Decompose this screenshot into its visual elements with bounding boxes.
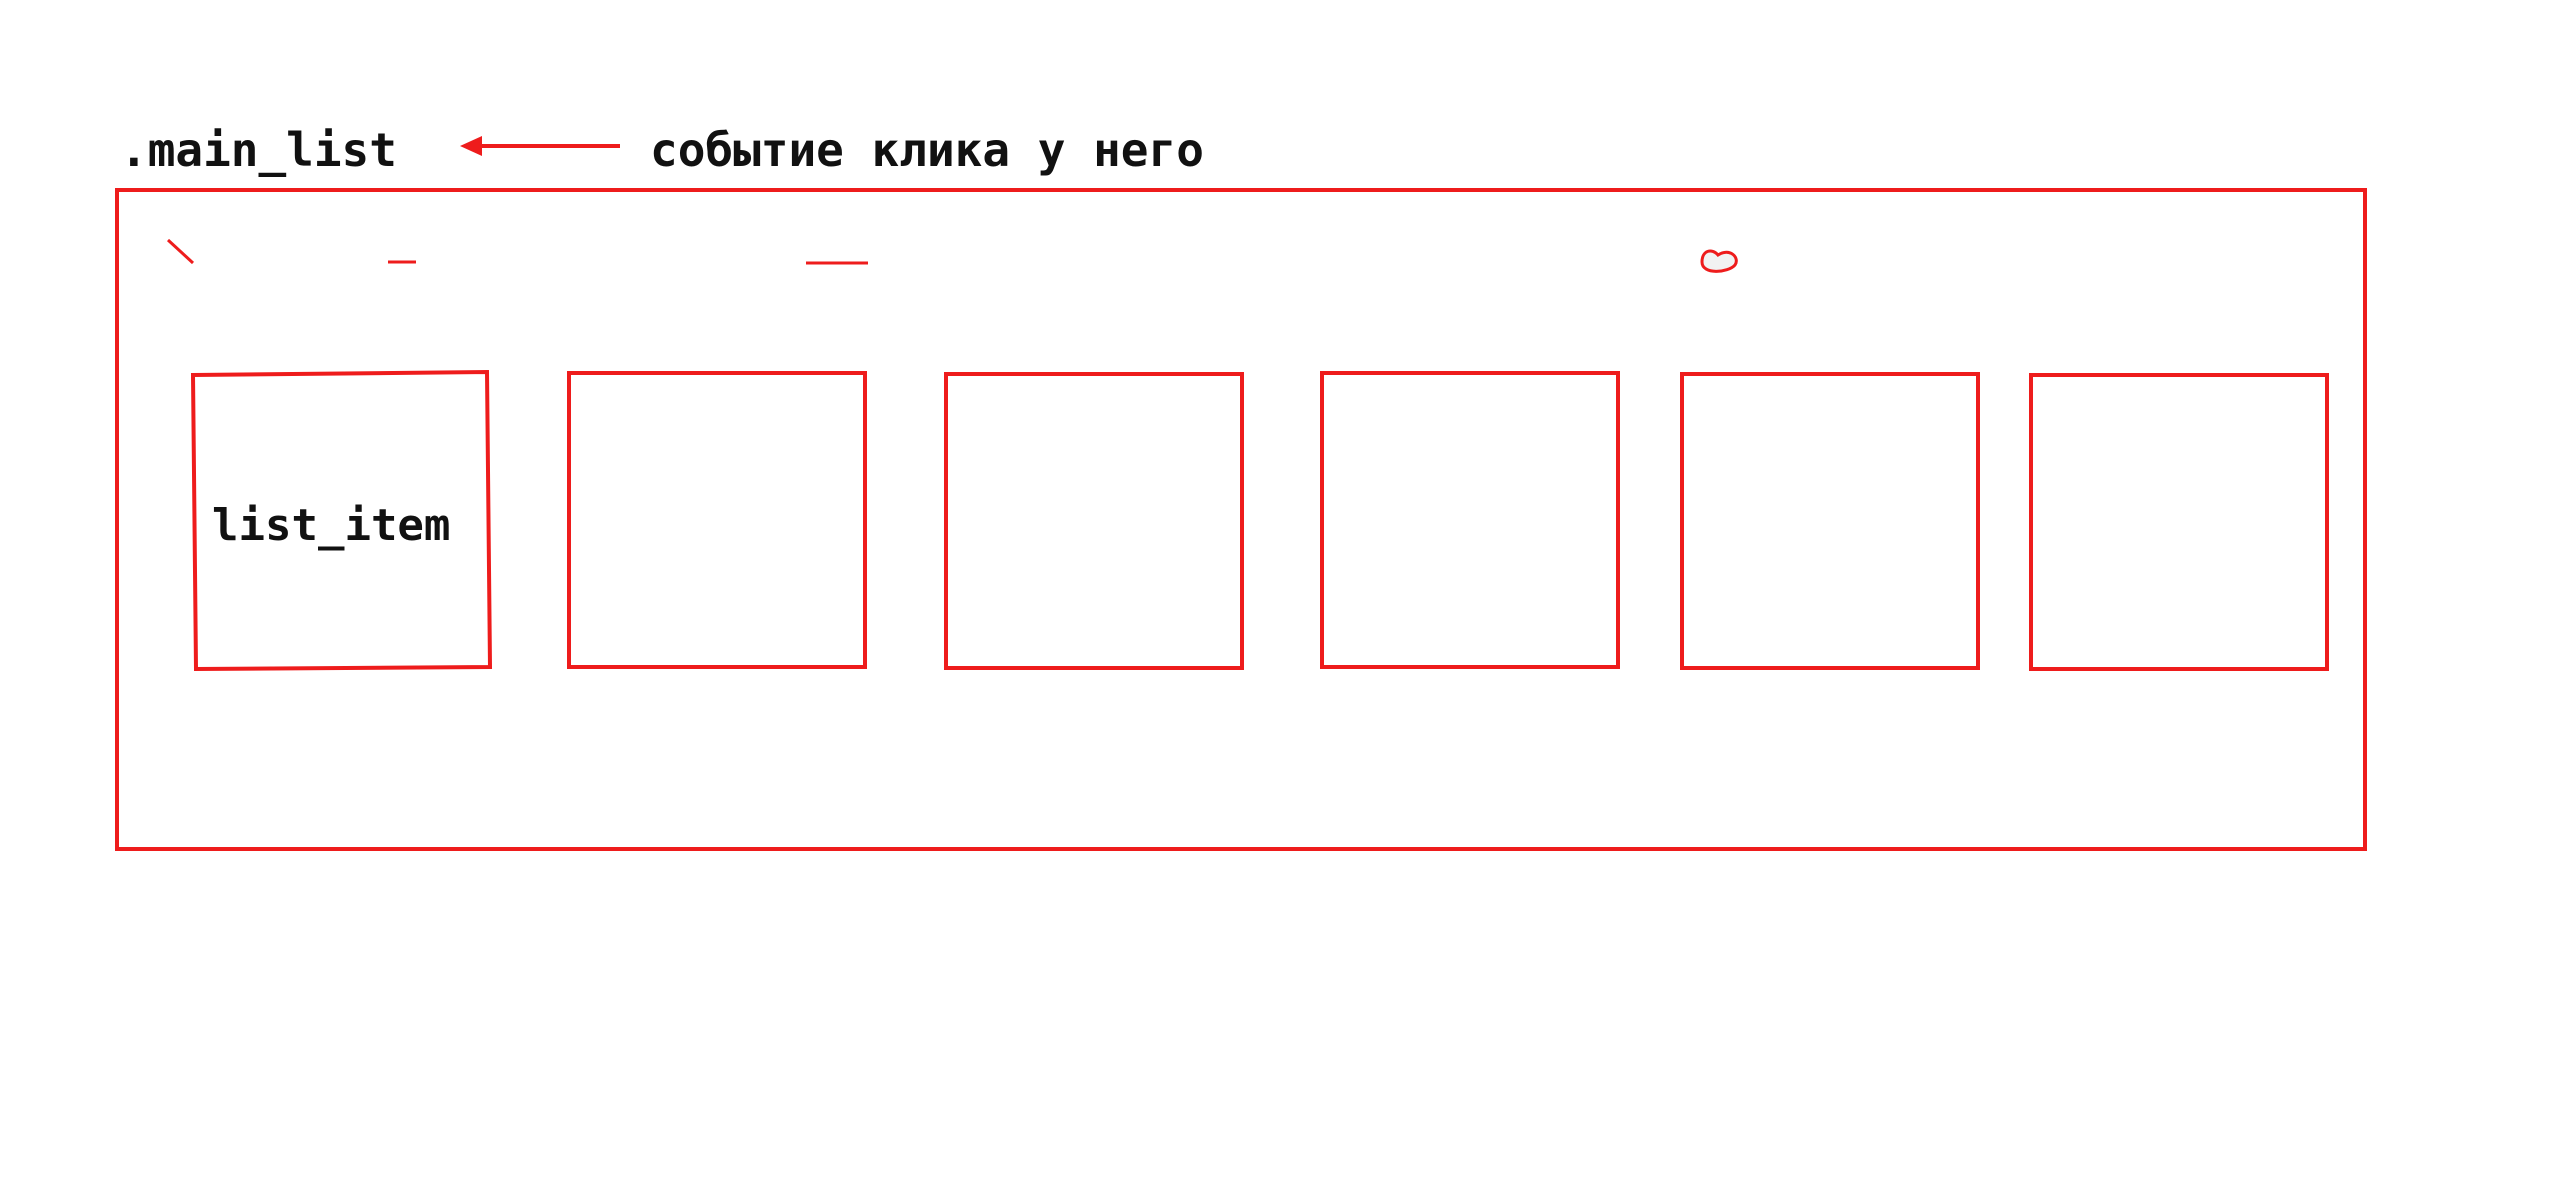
- sketch-mark: [1700, 249, 1738, 273]
- list-item[interactable]: [567, 371, 867, 669]
- sketch-mark: [166, 238, 195, 265]
- list-item[interactable]: [944, 372, 1244, 670]
- list-item[interactable]: [1320, 371, 1620, 669]
- list-items: [190, 369, 2329, 672]
- main-list-label: .main_list: [120, 123, 397, 177]
- click-event-note: событие клика у него: [650, 123, 1204, 177]
- list-item[interactable]: [1680, 372, 1980, 670]
- arrow-head: [460, 136, 482, 156]
- pointer-arrow: [460, 136, 620, 156]
- list-item-label: list_item: [212, 500, 451, 551]
- sketch-marks: [166, 238, 1738, 273]
- list-item[interactable]: [2029, 373, 2329, 671]
